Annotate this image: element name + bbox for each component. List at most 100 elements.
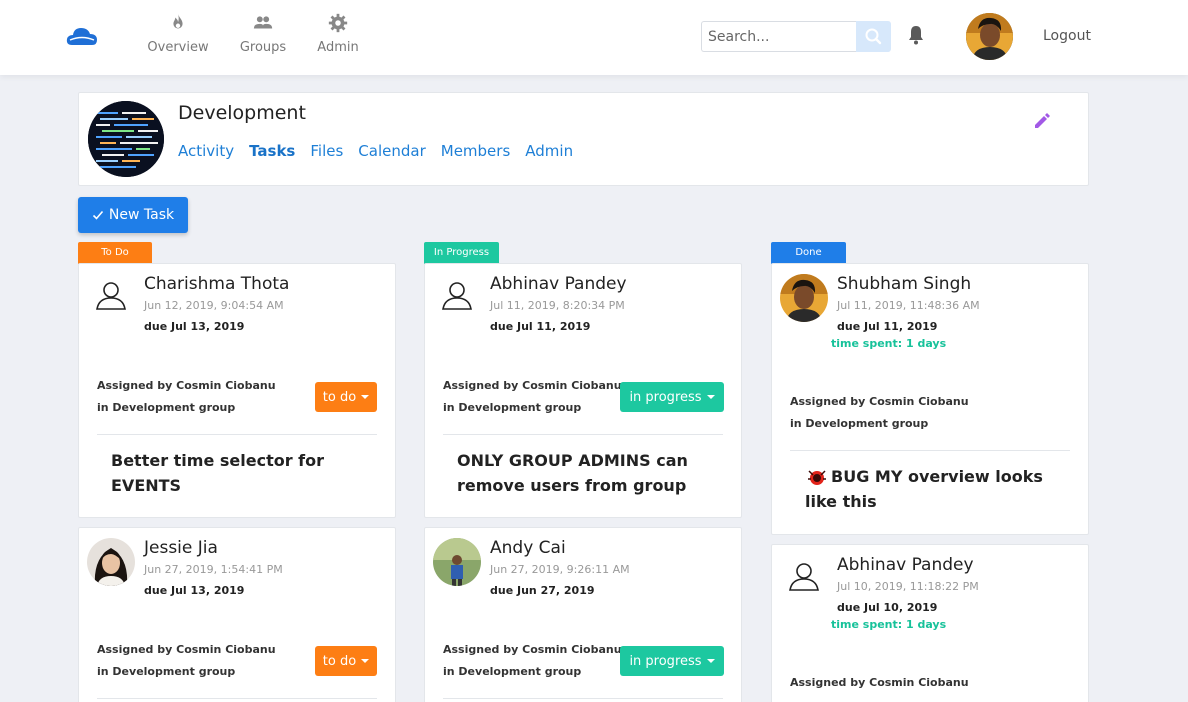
avatar [780, 555, 828, 603]
divider [443, 698, 723, 699]
cloud-logo-icon[interactable] [66, 26, 98, 46]
check-icon [92, 210, 103, 220]
task-card[interactable]: Abhinav Pandey Jul 10, 2019, 11:18:22 PM… [771, 544, 1089, 702]
status-dropdown[interactable]: to do [315, 646, 377, 676]
pencil-edit-icon[interactable] [1032, 111, 1052, 131]
user-photo [433, 538, 481, 586]
nav-overview[interactable]: Overview [146, 12, 210, 55]
task-card[interactable]: Jessie Jia Jun 27, 2019, 1:54:41 PM due … [78, 527, 396, 702]
task-due-date: due Jun 27, 2019 [490, 584, 595, 597]
task-author: Shubham Singh [837, 274, 972, 294]
nav-groups[interactable]: Groups [236, 12, 290, 55]
status-dropdown[interactable]: in progress [620, 646, 724, 676]
avatar [433, 274, 481, 322]
group-tabs: Activity Tasks Files Calendar Members Ad… [178, 142, 573, 160]
avatar [87, 538, 135, 586]
avatar [433, 538, 481, 586]
task-created-date: Jul 11, 2019, 11:48:36 AM [837, 299, 980, 312]
status-dropdown[interactable]: in progress [620, 382, 724, 412]
status-label: to do [322, 653, 357, 669]
task-assigned-by: Assigned by Cosmin Ciobanu [97, 643, 276, 656]
avatar [87, 274, 135, 322]
divider [97, 434, 377, 435]
fire-icon [173, 13, 183, 29]
task-assigned-by: Assigned by Cosmin Ciobanu [443, 379, 622, 392]
nav-admin-label: Admin [317, 40, 359, 55]
tab-admin[interactable]: Admin [525, 142, 573, 160]
task-card[interactable]: Charishma Thota Jun 12, 2019, 9:04:54 AM… [78, 263, 396, 518]
task-description: BUG MY overview looks like this [805, 467, 1043, 511]
column-tag-todo: To Do [78, 242, 152, 264]
task-author: Abhinav Pandey [490, 274, 627, 294]
divider [443, 434, 723, 435]
group-header-card: Development Activity Tasks Files Calenda… [78, 92, 1089, 186]
task-group: in Development group [443, 665, 582, 678]
chevron-down-icon [361, 659, 370, 663]
task-card[interactable]: Abhinav Pandey Jul 11, 2019, 8:20:34 PM … [424, 263, 742, 518]
user-outline-icon [442, 282, 472, 310]
task-created-date: Jun 27, 2019, 1:54:41 PM [144, 563, 283, 576]
task-card[interactable]: Shubham Singh Jul 11, 2019, 11:48:36 AM … [771, 263, 1089, 535]
time-spent: time spent: 1 days [831, 618, 947, 631]
task-description: ONLY GROUP ADMINS can remove users from … [457, 451, 688, 495]
task-assigned-by: Assigned by Cosmin Ciobanu [790, 676, 969, 689]
task-assigned-by: Assigned by Cosmin Ciobanu [97, 379, 276, 392]
user-photo [966, 13, 1013, 60]
task-created-date: Jul 10, 2019, 11:18:22 PM [837, 580, 979, 593]
time-spent: time spent: 1 days [831, 337, 947, 350]
status-label: in progress [629, 389, 702, 405]
people-icon [253, 16, 273, 29]
task-due-date: due Jul 11, 2019 [490, 320, 591, 333]
status-label: in progress [629, 653, 702, 669]
new-task-label: New Task [108, 207, 175, 223]
task-group: in Development group [97, 665, 236, 678]
status-label: to do [322, 389, 357, 405]
tab-files[interactable]: Files [310, 142, 343, 160]
divider [97, 698, 377, 699]
column-tag-done: Done [771, 242, 846, 264]
tab-members[interactable]: Members [441, 142, 511, 160]
task-due-date: due Jul 13, 2019 [144, 320, 245, 333]
task-card[interactable]: Andy Cai Jun 27, 2019, 9:26:11 AM due Ju… [424, 527, 742, 702]
task-author: Andy Cai [490, 538, 566, 558]
top-navbar: Overview Groups Admin Search... Logout [0, 0, 1188, 75]
task-assigned-by: Assigned by Cosmin Ciobanu [443, 643, 622, 656]
new-task-button[interactable]: New Task [78, 197, 188, 233]
task-group: in Development group [97, 401, 236, 414]
task-author: Abhinav Pandey [837, 555, 974, 575]
nav-admin[interactable]: Admin [314, 12, 362, 55]
chevron-down-icon [706, 395, 715, 399]
user-outline-icon [96, 282, 126, 310]
tab-tasks[interactable]: Tasks [249, 142, 295, 160]
task-author: Charishma Thota [144, 274, 290, 294]
user-photo [87, 538, 135, 586]
group-title: Development [178, 102, 306, 124]
search-icon [865, 28, 882, 45]
task-due-date: due Jul 10, 2019 [837, 601, 938, 614]
search-input[interactable] [701, 21, 857, 52]
tab-activity[interactable]: Activity [178, 142, 234, 160]
task-created-date: Jun 27, 2019, 9:26:11 AM [490, 563, 630, 576]
task-assigned-by: Assigned by Cosmin Ciobanu [790, 395, 969, 408]
status-dropdown[interactable]: to do [315, 382, 377, 412]
gear-icon [328, 13, 348, 33]
user-avatar[interactable] [966, 13, 1013, 60]
avatar [780, 274, 828, 322]
task-description: Better time selector for EVENTS [111, 451, 325, 495]
user-photo [780, 274, 828, 322]
chevron-down-icon [361, 395, 370, 399]
task-group: in Development group [443, 401, 582, 414]
task-created-date: Jul 11, 2019, 8:20:34 PM [490, 299, 625, 312]
task-created-date: Jun 12, 2019, 9:04:54 AM [144, 299, 284, 312]
bell-icon[interactable] [906, 24, 926, 46]
task-due-date: due Jul 11, 2019 [837, 320, 938, 333]
code-screen-image [88, 101, 164, 177]
task-due-date: due Jul 13, 2019 [144, 584, 245, 597]
nav-overview-label: Overview [147, 40, 209, 55]
user-outline-icon [789, 563, 819, 591]
task-author: Jessie Jia [144, 538, 218, 558]
logout-link[interactable]: Logout [1043, 28, 1091, 44]
tab-calendar[interactable]: Calendar [358, 142, 425, 160]
search-button[interactable] [856, 21, 891, 52]
nav-groups-label: Groups [239, 40, 287, 55]
